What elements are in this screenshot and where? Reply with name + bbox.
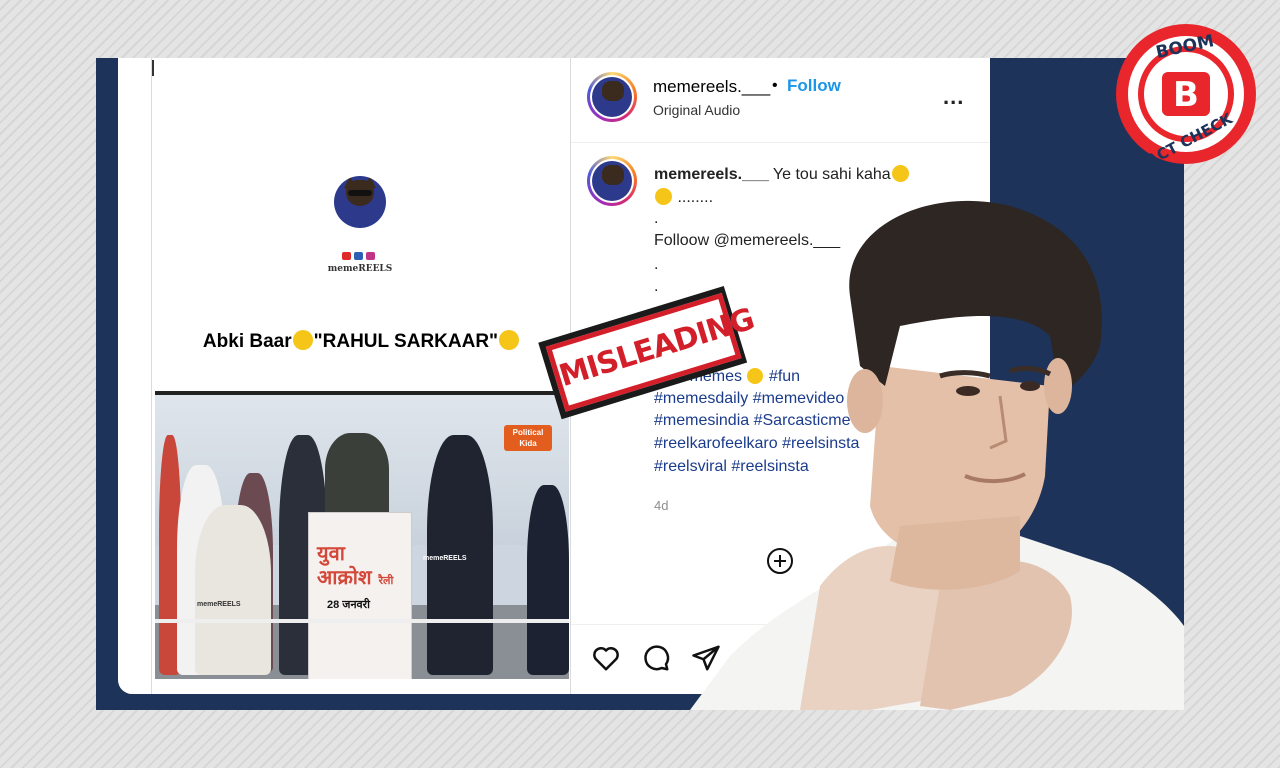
memereels-logo xyxy=(334,176,386,228)
laughing-emoji-icon xyxy=(891,165,909,182)
podium: युवा आक्रोश रैली 28 जनवरी xyxy=(308,512,412,679)
angry-emoji-icon xyxy=(292,330,313,350)
boom-letter: B xyxy=(1173,75,1199,115)
logo-text: memeREELS xyxy=(327,264,393,274)
person xyxy=(527,485,569,675)
video-player[interactable]: युवा आक्रोश रैली 28 जनवरी Political Kida … xyxy=(155,391,569,679)
header-username[interactable]: memereels.___ xyxy=(653,77,770,97)
post-caption-title: Abki Baar "RAHUL SARKAAR" xyxy=(152,330,571,353)
laughing-emoji-icon xyxy=(499,330,520,350)
video-watermark: memeREELS xyxy=(423,555,467,562)
laughing-emoji-icon xyxy=(655,188,672,205)
speaker xyxy=(325,433,389,523)
post-timestamp: 4d xyxy=(654,498,669,513)
caption-username[interactable]: memereels.___ xyxy=(654,166,769,183)
like-heart-icon[interactable] xyxy=(591,643,621,673)
audio-link[interactable]: Original Audio xyxy=(653,102,740,118)
politician-photo xyxy=(690,200,1184,710)
caption-dot: . xyxy=(654,210,659,227)
caption-first-line: memereels.___ Ye tou sahi kaha xyxy=(654,165,910,184)
separator-dot: • xyxy=(772,77,778,94)
caption-dot: . xyxy=(654,278,659,295)
person xyxy=(195,505,271,675)
avatar[interactable] xyxy=(587,72,637,122)
comment-icon[interactable] xyxy=(641,643,671,673)
video-watermark: memeREELS xyxy=(197,601,241,608)
boom-fact-check-badge: B BOOM FACT CHECK xyxy=(1116,24,1256,166)
text-cursor xyxy=(152,60,154,76)
instagram-icon xyxy=(366,252,375,260)
channel-badge: Political Kida xyxy=(504,425,552,451)
caption-dot: . xyxy=(654,256,659,273)
caption-avatar[interactable] xyxy=(587,156,637,206)
post-media-pane: memeREELS Abki Baar "RAHUL SARKAAR" युवा … xyxy=(151,58,571,694)
facebook-icon xyxy=(354,252,363,260)
more-options-icon[interactable]: ... xyxy=(943,84,964,110)
youtube-icon xyxy=(342,252,351,260)
post-header: memereels.___ • Follow Original Audio ..… xyxy=(571,58,990,143)
social-icons xyxy=(342,252,375,260)
follow-button[interactable]: Follow xyxy=(787,76,841,96)
